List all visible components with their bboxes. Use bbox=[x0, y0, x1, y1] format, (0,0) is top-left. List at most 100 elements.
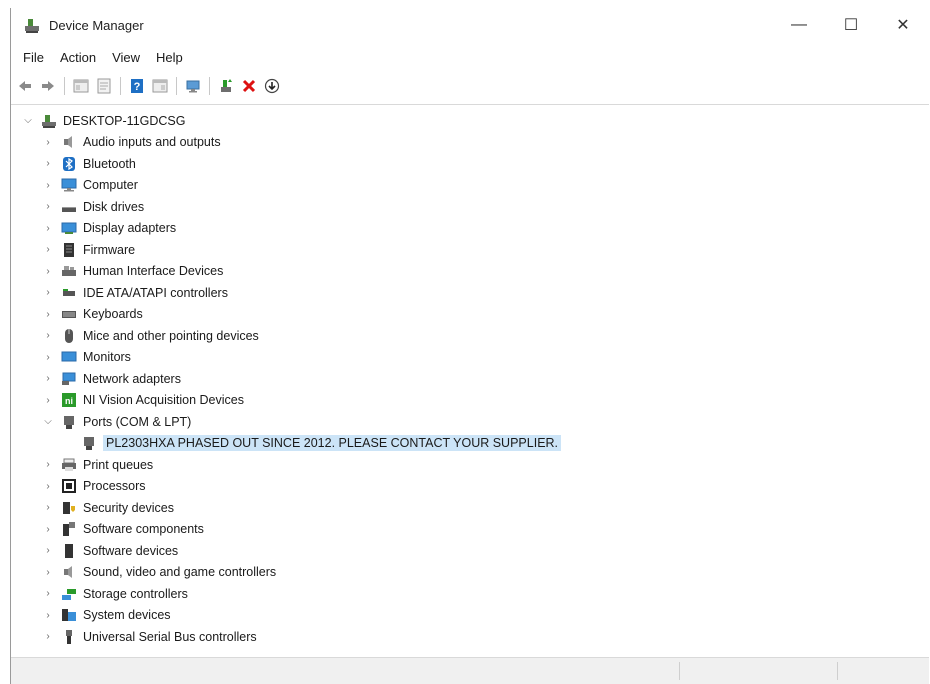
chevron-right-icon[interactable]: › bbox=[41, 178, 55, 192]
tree-category-label: Software devices bbox=[83, 543, 179, 558]
tree-category[interactable]: › Mice and other pointing devices bbox=[11, 325, 929, 347]
tree-category[interactable]: › Storage controllers bbox=[11, 583, 929, 605]
tree-category-label: Human Interface Devices bbox=[83, 264, 224, 279]
help-icon[interactable]: ? bbox=[127, 76, 147, 96]
monitor-icon bbox=[61, 349, 77, 365]
menu-action[interactable]: Action bbox=[52, 50, 104, 65]
chevron-right-icon[interactable]: › bbox=[41, 565, 55, 579]
tree-category-label: Audio inputs and outputs bbox=[83, 135, 221, 150]
chevron-right-icon[interactable]: › bbox=[41, 157, 55, 171]
menu-help[interactable]: Help bbox=[148, 50, 191, 65]
chevron-right-icon[interactable]: › bbox=[41, 372, 55, 386]
download-driver-icon[interactable] bbox=[262, 76, 282, 96]
tree-category[interactable]: › System devices bbox=[11, 605, 929, 627]
chevron-right-icon[interactable]: › bbox=[41, 544, 55, 558]
disk-drive-icon bbox=[61, 199, 77, 215]
bluetooth-icon bbox=[61, 156, 77, 172]
action-pane-icon[interactable] bbox=[150, 76, 170, 96]
chevron-right-icon[interactable]: › bbox=[41, 630, 55, 644]
toolbar-separator bbox=[209, 77, 210, 95]
device-manager-icon bbox=[23, 16, 41, 34]
menu-view[interactable]: View bbox=[104, 50, 148, 65]
tree-category[interactable]: › Human Interface Devices bbox=[11, 261, 929, 283]
maximize-button[interactable]: ☐ bbox=[825, 8, 877, 42]
close-button[interactable]: ✕ bbox=[877, 8, 929, 42]
chevron-right-icon[interactable]: › bbox=[41, 307, 55, 321]
tree-category[interactable]: › Bluetooth bbox=[11, 153, 929, 175]
printer-icon bbox=[61, 457, 77, 473]
chevron-right-icon[interactable]: › bbox=[41, 458, 55, 472]
device-tree: ⌵ DESKTOP-11GDCSG › Audio inputs and outp… bbox=[11, 110, 929, 648]
toolbar-separator bbox=[120, 77, 121, 95]
update-driver-icon[interactable] bbox=[216, 76, 236, 96]
tree-category[interactable]: › Keyboards bbox=[11, 304, 929, 326]
tree-category[interactable]: › Processors bbox=[11, 476, 929, 498]
tree-category-label: Keyboards bbox=[83, 307, 143, 322]
chevron-right-icon[interactable]: › bbox=[41, 522, 55, 536]
tree-category-label: Disk drives bbox=[83, 199, 145, 214]
usb-icon bbox=[61, 629, 77, 645]
chevron-right-icon[interactable]: › bbox=[41, 329, 55, 343]
tree-device-item[interactable]: PL2303HXA PHASED OUT SINCE 2012. PLEASE … bbox=[11, 433, 929, 455]
tree-category[interactable]: › Software devices bbox=[11, 540, 929, 562]
tree-category[interactable]: › IDE ATA/ATAPI controllers bbox=[11, 282, 929, 304]
tree-category-label: Bluetooth bbox=[83, 156, 136, 171]
chevron-right-icon[interactable]: › bbox=[41, 350, 55, 364]
chevron-right-icon[interactable]: › bbox=[41, 286, 55, 300]
chevron-right-icon[interactable]: › bbox=[41, 221, 55, 235]
tree-category[interactable]: › Display adapters bbox=[11, 218, 929, 240]
chevron-right-icon[interactable]: › bbox=[41, 587, 55, 601]
device-manager-window: Device Manager — ☐ ✕ File Action View He… bbox=[10, 8, 929, 684]
tree-category[interactable]: › Firmware bbox=[11, 239, 929, 261]
chevron-right-icon[interactable]: › bbox=[41, 608, 55, 622]
port-icon bbox=[61, 414, 77, 430]
chevron-right-icon[interactable]: › bbox=[41, 200, 55, 214]
tree-category[interactable]: › Security devices bbox=[11, 497, 929, 519]
uninstall-device-icon[interactable] bbox=[239, 76, 259, 96]
tree-category[interactable]: › Print queues bbox=[11, 454, 929, 476]
chevron-right-icon[interactable]: › bbox=[41, 243, 55, 257]
tree-category[interactable]: › Disk drives bbox=[11, 196, 929, 218]
tree-category-label: Computer bbox=[83, 178, 138, 193]
back-arrow-icon[interactable] bbox=[15, 76, 35, 96]
firmware-icon bbox=[61, 242, 77, 258]
chevron-right-icon[interactable]: › bbox=[41, 264, 55, 278]
tree-category-label: Firmware bbox=[83, 242, 136, 257]
svg-text:ni: ni bbox=[65, 396, 73, 406]
tree-category[interactable]: › Software components bbox=[11, 519, 929, 541]
tree-category-label: Universal Serial Bus controllers bbox=[83, 629, 257, 644]
toolbar-separator bbox=[64, 77, 65, 95]
chevron-right-icon[interactable]: › bbox=[41, 501, 55, 515]
tree-category-label: NI Vision Acquisition Devices bbox=[83, 393, 244, 408]
tree-category[interactable]: › Network adapters bbox=[11, 368, 929, 390]
tree-category-label: System devices bbox=[83, 608, 171, 623]
processor-icon bbox=[61, 478, 77, 494]
scan-hardware-icon[interactable] bbox=[183, 76, 203, 96]
chevron-right-icon[interactable]: › bbox=[41, 393, 55, 407]
chevron-down-icon[interactable]: ⌵ bbox=[21, 114, 35, 128]
tree-category[interactable]: › ni NI Vision Acquisition Devices bbox=[11, 390, 929, 412]
chevron-down-icon[interactable]: ⌵ bbox=[41, 415, 55, 429]
forward-arrow-icon[interactable] bbox=[38, 76, 58, 96]
tree-category[interactable]: › Universal Serial Bus controllers bbox=[11, 626, 929, 648]
minimize-button[interactable]: — bbox=[773, 8, 825, 42]
chevron-right-icon[interactable]: › bbox=[41, 135, 55, 149]
tree-root-computer[interactable]: ⌵ DESKTOP-11GDCSG bbox=[11, 110, 929, 132]
tree-category[interactable]: ⌵ Ports (COM & LPT) bbox=[11, 411, 929, 433]
status-bar bbox=[11, 657, 929, 684]
computer-root-icon bbox=[41, 113, 57, 129]
tree-category[interactable]: › Computer bbox=[11, 175, 929, 197]
tree-category[interactable]: › Sound, video and game controllers bbox=[11, 562, 929, 584]
title-bar: Device Manager — ☐ ✕ bbox=[11, 8, 929, 42]
toolbar: ? bbox=[11, 74, 282, 98]
port-icon bbox=[81, 435, 97, 451]
chevron-right-icon[interactable]: › bbox=[41, 479, 55, 493]
show-hide-console-tree-icon[interactable] bbox=[71, 76, 91, 96]
tree-category[interactable]: › Audio inputs and outputs bbox=[11, 132, 929, 154]
keyboard-icon bbox=[61, 306, 77, 322]
properties-icon[interactable] bbox=[94, 76, 114, 96]
tree-device-label: PL2303HXA PHASED OUT SINCE 2012. PLEASE … bbox=[103, 435, 562, 452]
menu-file[interactable]: File bbox=[15, 50, 52, 65]
tree-category-label: Processors bbox=[83, 479, 146, 494]
tree-category[interactable]: › Monitors bbox=[11, 347, 929, 369]
